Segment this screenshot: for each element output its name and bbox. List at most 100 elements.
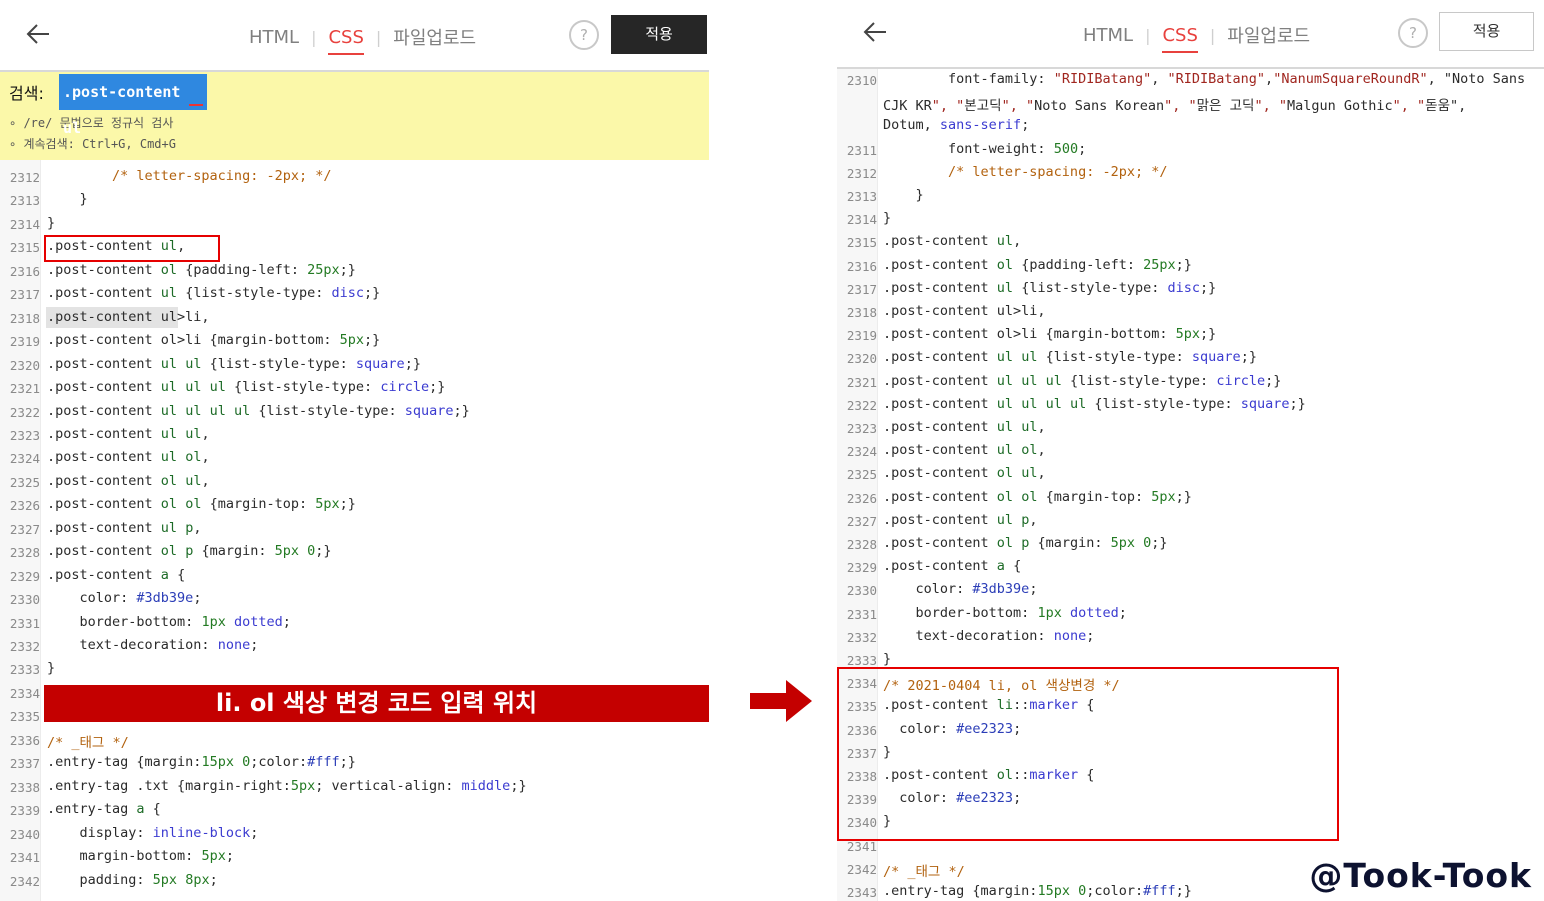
line-number: 2322 [9,404,40,420]
line-number: 2336 [9,732,40,748]
line-number: 2325 [846,467,877,483]
line-number: 2333 [9,662,40,678]
code-line: .post-content ol ol {margin-top: 5px;} [47,496,356,513]
line-number: 2327 [846,513,877,529]
code-line: border-bottom: 1px dotted; [47,613,291,630]
code-editor[interactable]: 2312 /* letter-spacing: -2px; */ 2313 } 23… [0,160,709,901]
code-line: /* _태그 */ [47,734,129,751]
help-icon[interactable]: ? [569,20,599,50]
tab-separator: | [311,27,317,47]
tab-file-upload[interactable]: 파일업로드 [387,24,482,50]
code-line: } [47,191,88,208]
code-line: color: #3db39e; [47,590,202,607]
code-line: } [47,214,56,231]
editor-header: HTML | CSS | 파일업로드 ? 적용 [837,0,1544,69]
code-line: .post-content ol ul, [883,465,1046,482]
code-line: border-bottom: 1px dotted; [883,604,1127,621]
search-hint-next: ∘ 계속검색: Ctrl+G, Cmd+G [9,137,176,151]
code-line: .post-content ol>li {margin-bottom: 5px;… [883,326,1217,343]
code-line: CJK KR", "본고딕", "Noto Sans Korean", "맑은 … [883,98,1467,115]
line-number: 2338 [9,779,40,795]
line-number: 2328 [846,537,877,552]
line-number: 2315 [846,235,877,251]
line-number: 2312 [9,170,40,185]
line-number: 2339 [9,803,40,819]
line-number: 2314 [9,216,40,232]
line-number: 2330 [9,592,40,608]
line-number: 2333 [846,653,877,668]
line-number: 2340 [9,826,40,842]
line-number: 2320 [9,357,40,373]
code-line: .post-content a { [47,566,186,583]
line-number: 2328 [9,545,40,561]
right-arrow-icon [750,680,812,722]
line-number: 2335 [9,709,40,725]
line-number: 2317 [846,281,877,297]
code-line: /* letter-spacing: -2px; */ [883,163,1168,180]
line-number: 2319 [9,334,40,350]
tab-html[interactable]: HTML [243,27,305,48]
code-line: .post-content ul ul {list-style-type: sq… [47,355,421,372]
code-line: .post-content ol>li {margin-bottom: 5px;… [47,332,381,349]
code-line: .entry-tag a { [47,801,161,818]
line-number: 2334 [9,685,40,701]
line-number: 2331 [9,615,40,631]
line-number: 2321 [9,381,40,397]
code-line: padding: 5px 8px; [47,871,218,888]
code-line: .entry-tag {margin:15px 0;color:#fff;} [883,883,1192,899]
code-line: Dotum, sans-serif; [883,117,1030,134]
tab-separator: | [1209,25,1216,45]
line-number: 2320 [846,351,877,367]
tab-file-upload[interactable]: 파일업로드 [1221,22,1316,48]
help-icon[interactable]: ? [1398,18,1428,48]
line-number: 2323 [9,427,40,443]
line-number: 2311 [846,142,877,158]
code-line: .post-content ol ol {margin-top: 5px;} [883,488,1192,505]
code-line: .post-content ul ol, [883,442,1046,459]
line-number: 2315 [9,240,40,256]
line-number: 2342 [9,873,40,889]
watermark: @Took-Took [1309,856,1532,895]
line-number: 2326 [846,490,877,506]
search-input[interactable]: .post-content ul [59,74,207,137]
tab-css[interactable]: CSS [1156,25,1203,53]
search-hint-next-text: 계속검색: Ctrl+G, Cmd+G [23,137,176,151]
tab-css[interactable]: CSS [322,27,369,55]
code-line: .post-content ul ul, [47,425,210,442]
tab-separator: | [375,27,382,47]
code-line: text-decoration: none; [47,637,259,653]
code-line: .post-content ul, [883,233,1022,250]
back-arrow-icon[interactable] [861,18,889,46]
line-number: 2318 [846,305,877,320]
right-editor-panel: HTML | CSS | 파일업로드 ? 적용 2310 font-family… [837,0,1544,901]
line-number: 2313 [9,193,40,209]
editor-tabs: HTML | CSS | 파일업로드 [1077,22,1316,53]
code-line: .entry-tag .txt {margin-right:5px; verti… [47,777,527,794]
apply-button[interactable]: 적용 [611,15,707,54]
apply-button[interactable]: 적용 [1439,12,1534,51]
back-arrow-icon[interactable] [24,20,52,48]
code-line: /* letter-spacing: -2px; */ [47,168,332,184]
code-line: .post-content ul ol, [47,449,210,466]
search-label: 검색: [9,84,44,103]
line-number: 2332 [846,629,877,645]
code-line: .post-content ol p {margin: 5px 0;} [883,535,1168,551]
line-number: 2310 [846,73,877,88]
code-line: .post-content ol ul, [47,472,210,489]
line-number: 2312 [846,165,877,181]
code-line: .post-content ul {list-style-type: disc;… [47,285,381,302]
code-line: .post-content ul {list-style-type: disc;… [883,279,1217,296]
line-number: 2326 [9,498,40,514]
code-line: font-weight: 500; [883,140,1087,157]
code-line: color: #3db39e; [883,581,1038,598]
tab-html[interactable]: HTML [1077,25,1139,46]
line-number: 2342 [846,861,877,877]
line-number: 2324 [9,451,40,467]
code-line: .entry-tag {margin:15px 0;color:#fff;} [47,754,356,771]
line-number: 2322 [846,397,877,413]
line-number: 2317 [9,287,40,303]
line-number: 2316 [9,263,40,279]
code-line: margin-bottom: 5px; [47,848,234,865]
line-number: 2318 [9,310,40,326]
spellcheck-underline [189,104,203,106]
